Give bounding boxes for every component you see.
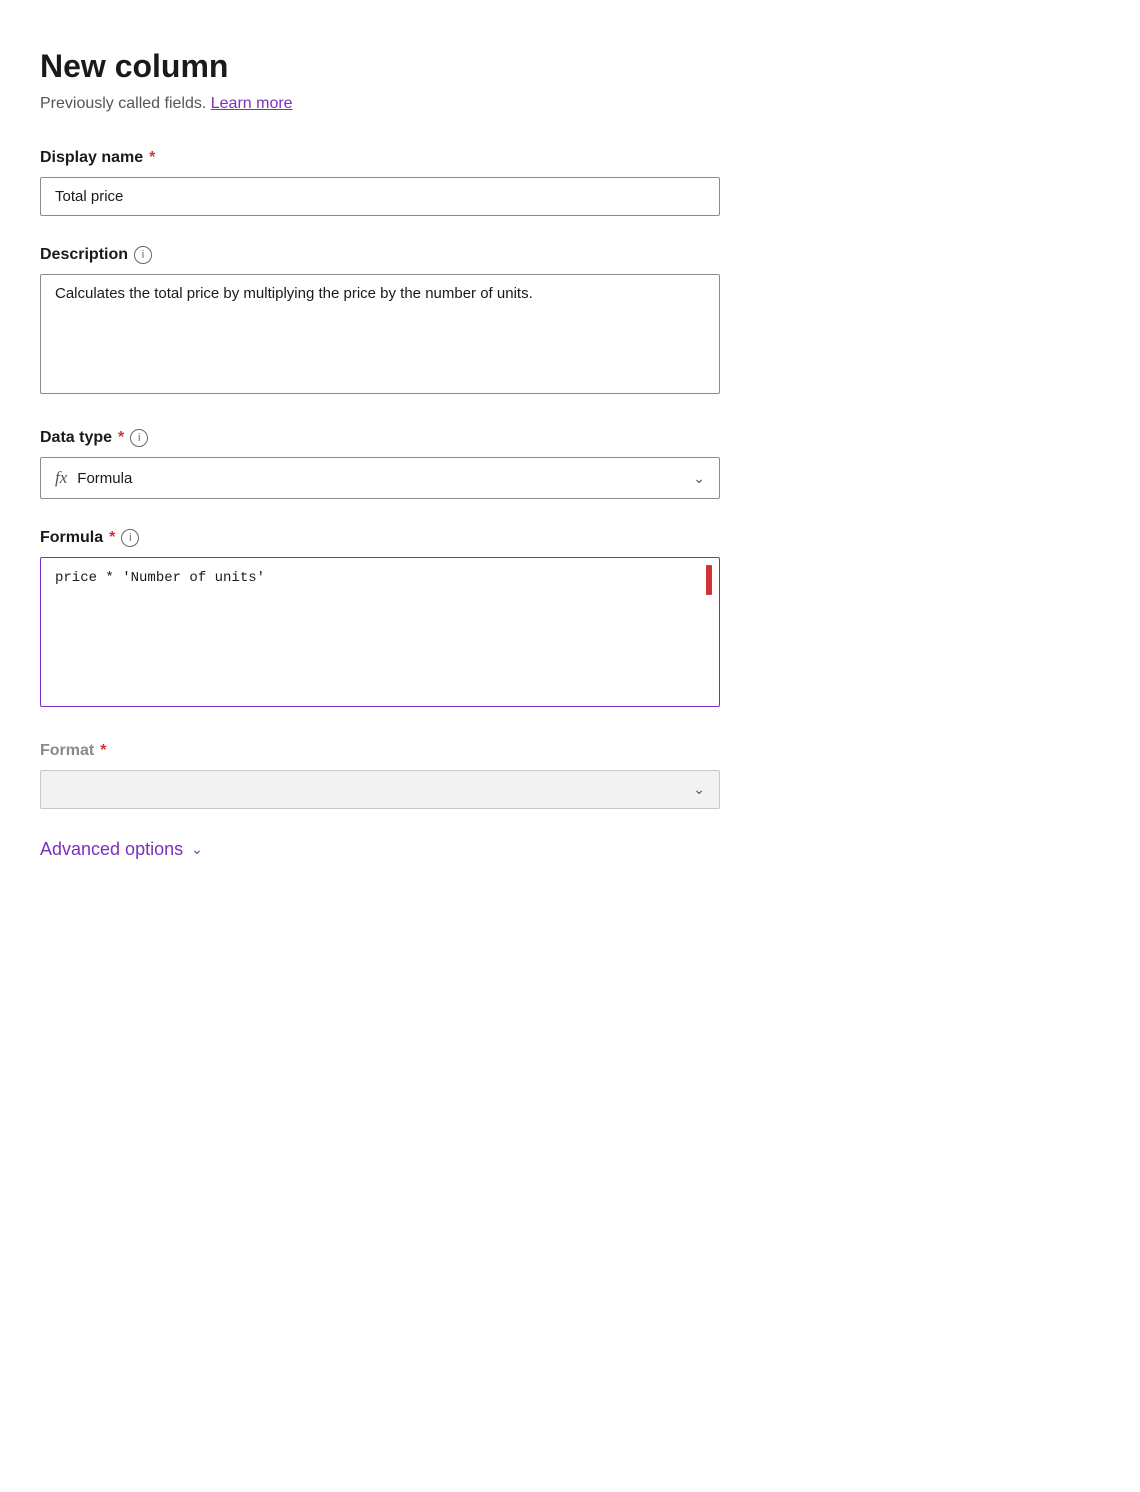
data-type-value: Formula (77, 470, 132, 487)
description-label: Description i (40, 246, 720, 264)
description-group: Description i Calculates the total price… (40, 246, 720, 399)
data-type-required: * (118, 429, 124, 447)
data-type-group: Data type * i fx Formula ⌄ (40, 429, 720, 499)
data-type-select-wrapper: fx Formula ⌄ (40, 457, 720, 499)
data-type-select[interactable]: fx Formula ⌄ (40, 457, 720, 499)
description-info-icon[interactable]: i (134, 246, 152, 264)
data-type-label: Data type * i (40, 429, 720, 447)
format-group: Format * ⌄ (40, 742, 720, 809)
format-chevron-icon: ⌄ (693, 781, 705, 798)
formula-info-icon[interactable]: i (121, 529, 139, 547)
formula-group: Formula * i price * 'Number of units' (40, 529, 720, 712)
format-required: * (100, 742, 106, 760)
advanced-options-toggle[interactable]: Advanced options ⌄ (40, 839, 1100, 860)
format-label: Format * (40, 742, 720, 760)
formula-input[interactable]: price * 'Number of units' (40, 557, 720, 707)
format-select[interactable]: ⌄ (40, 770, 720, 809)
display-name-group: Display name * (40, 149, 720, 216)
data-type-chevron-icon: ⌄ (693, 470, 705, 487)
formula-required: * (109, 529, 115, 547)
display-name-input[interactable] (40, 177, 720, 216)
display-name-required: * (149, 149, 155, 167)
learn-more-link[interactable]: Learn more (211, 95, 293, 112)
page-title: New column (40, 48, 1100, 85)
data-type-info-icon[interactable]: i (130, 429, 148, 447)
description-input[interactable]: Calculates the total price by multiplyin… (40, 274, 720, 394)
formula-wrapper: price * 'Number of units' (40, 557, 720, 712)
formula-error-indicator (706, 565, 712, 595)
page-subtitle: Previously called fields. Learn more (40, 95, 1100, 113)
advanced-options-chevron-icon: ⌄ (191, 841, 203, 858)
display-name-label: Display name * (40, 149, 720, 167)
advanced-options-label: Advanced options (40, 839, 183, 860)
formula-fx-icon: fx (55, 468, 67, 488)
formula-label: Formula * i (40, 529, 720, 547)
